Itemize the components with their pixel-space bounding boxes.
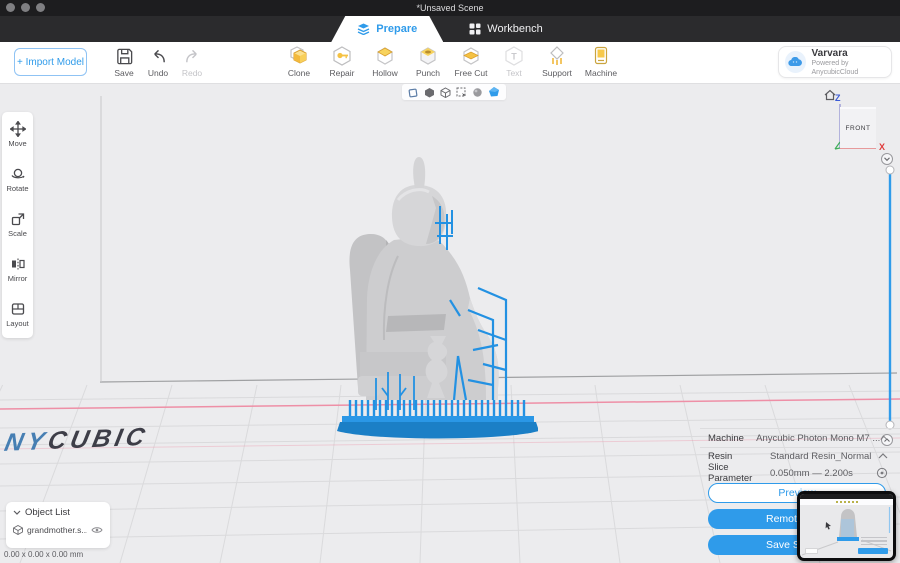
layers-icon [357,23,370,35]
sphere-view-icon[interactable] [472,87,483,98]
visibility-eye-icon[interactable] [91,526,103,534]
clone-icon [289,45,309,67]
chevron-up-icon [878,453,888,459]
mirror-icon [10,256,26,272]
free-cut-icon [461,45,481,67]
support-icon [547,45,567,67]
model-cube-icon [13,525,23,535]
bounds-readout: 0.00 x 0.00 x 0.00 mm [4,550,83,559]
machine-button[interactable]: Machine [580,45,622,78]
scale-tool-button[interactable]: Scale [2,202,33,247]
object-list-item[interactable]: grandmother.s... [13,525,103,535]
account-subtitle: Powered by AnycubicCloud [812,59,891,77]
account-name: Varvara [812,48,891,59]
account-card[interactable]: VarvaraPowered by AnycubicCloud [778,46,892,78]
main-toolbar: + Import Model Save Undo Redo Clone Repa… [0,42,900,84]
machine-row[interactable]: Machine Anycubic Photon Mono M7 ... [708,430,888,446]
rotate-tool-button[interactable]: Rotate [2,157,33,202]
scale-icon [10,211,26,227]
title-bar: *Unsaved Scene [0,0,900,16]
svg-text:T: T [511,52,517,62]
support-button[interactable]: Support [536,45,578,78]
pip-dims-pill [805,548,818,554]
gizmo-front-face[interactable]: FRONT [840,107,876,148]
save-icon [115,45,134,67]
object-list-header[interactable]: Object List [13,507,103,518]
active-cube-view-icon[interactable] [488,86,500,98]
tab-workbench[interactable]: Workbench [443,16,568,42]
pip-preview-overlay[interactable] [797,491,896,561]
redo-icon [183,45,202,67]
repair-icon [332,45,352,67]
rotate-icon [10,166,26,182]
move-tool-button[interactable]: Move [2,112,33,157]
home-icon [825,91,835,100]
hollow-button[interactable]: Hollow [364,45,406,78]
window-title: *Unsaved Scene [0,3,900,13]
minimize-window-icon[interactable] [21,3,30,12]
gizmo-z-label: Z [835,93,841,103]
perspective-view-icon[interactable] [408,87,419,98]
pip-blue-button [858,548,888,554]
settings-divider [700,428,900,429]
model-grandmother[interactable] [328,148,538,443]
mirror-tool-button[interactable]: Mirror [2,247,33,292]
move-icon [10,121,26,137]
pip-settings-lines [861,537,887,546]
object-list-panel: Object List grandmother.s... [6,502,110,548]
tab-prepare[interactable]: Prepare [331,16,443,42]
mode-tab-bar: Prepare Workbench [0,16,900,42]
zoom-window-icon[interactable] [36,3,45,12]
close-window-icon[interactable] [6,3,15,12]
wireframe-view-icon[interactable] [440,87,451,98]
chevron-down-icon [13,510,21,515]
punch-icon [418,45,438,67]
view-options-toolbar [402,84,506,100]
transform-tools-panel: Move Rotate Scale Mirror Layout [2,112,33,338]
parameter-target-icon[interactable] [876,467,888,479]
redo-button[interactable]: Redo [171,45,213,78]
layout-icon [10,301,26,317]
text-button[interactable]: T Text [493,45,535,78]
machine-icon [591,45,611,67]
pip-screenshot [800,494,893,558]
chevron-up-icon [880,435,888,441]
undo-icon [149,45,168,67]
hollow-icon [375,45,395,67]
window-controls[interactable] [6,3,45,12]
repair-button[interactable]: Repair [321,45,363,78]
punch-button[interactable]: Punch [407,45,449,78]
free-cut-button[interactable]: Free Cut [450,45,492,78]
clone-button[interactable]: Clone [278,45,320,78]
pip-cursor-icon [826,522,831,530]
select-region-icon[interactable] [456,87,467,98]
slider-handle-top [886,166,894,174]
import-model-button[interactable]: + Import Model [14,48,87,76]
slice-parameter-row[interactable]: Slice Parameter 0.050mm — 2.200s [708,465,888,481]
clip-slider[interactable] [874,148,900,450]
solid-view-icon[interactable] [424,87,435,98]
orientation-gizmo[interactable]: FRONT Z X [818,86,890,156]
app-window: ANYCUBIC [0,0,900,563]
layout-tool-button[interactable]: Layout [2,292,33,337]
workbench-grid-icon [469,23,481,35]
cloud-icon [785,51,806,73]
anycubic-floor-logo: ANYCUBIC [0,418,258,459]
text-tool-icon: T [504,45,524,67]
